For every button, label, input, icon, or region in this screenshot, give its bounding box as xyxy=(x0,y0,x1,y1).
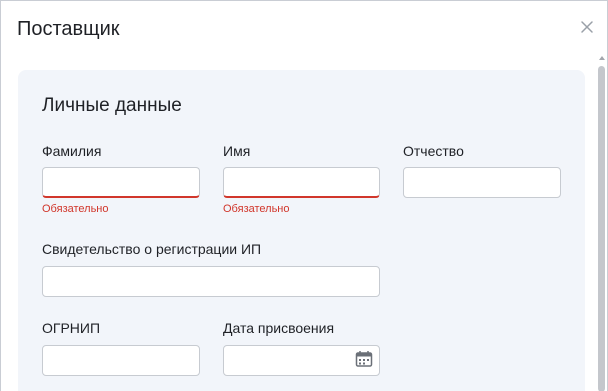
personal-data-card xyxy=(18,70,585,391)
first-name-error: Обязательно xyxy=(223,203,290,215)
ip-certificate-label: Свидетельство о регистрации ИП xyxy=(42,241,262,257)
scroll-thumb[interactable] xyxy=(598,66,605,391)
calendar-icon[interactable] xyxy=(355,350,373,368)
middle-name-label: Отчество xyxy=(403,143,464,159)
ip-certificate-field[interactable] xyxy=(42,266,380,297)
ogrnip-field[interactable] xyxy=(42,345,200,376)
scroll-up-icon[interactable] xyxy=(599,56,605,60)
middle-name-field[interactable] xyxy=(403,167,561,198)
supplier-dialog: Поставщик Личные данные Фамилия Обязател… xyxy=(0,0,608,391)
first-name-label: Имя xyxy=(223,143,251,159)
section-title: Личные данные xyxy=(42,95,182,116)
last-name-error: Обязательно xyxy=(42,203,109,215)
assign-date-label: Дата присвоения xyxy=(223,320,335,336)
close-icon[interactable] xyxy=(578,18,596,36)
ogrnip-label: ОГРНИП xyxy=(42,320,101,336)
last-name-field[interactable] xyxy=(42,167,200,198)
last-name-label: Фамилия xyxy=(42,143,102,159)
scrollbar[interactable] xyxy=(598,56,606,391)
first-name-field[interactable] xyxy=(223,167,380,198)
dialog-title: Поставщик xyxy=(17,18,120,40)
